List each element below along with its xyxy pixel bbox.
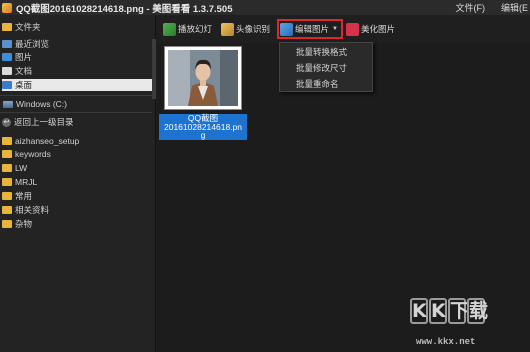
beautify-label: 美化图片 [361, 24, 396, 34]
drive-selector[interactable]: Windows (C:) [0, 97, 152, 111]
divider [0, 112, 152, 113]
sidebar-item-desktop[interactable]: 桌面 [2, 79, 152, 91]
sidebar-item-recent[interactable]: 最近浏览 [2, 38, 49, 50]
watermark-logo: K K 下 载 [410, 298, 489, 324]
menu-file[interactable]: 文件(F) [455, 1, 485, 14]
caption-line: g [200, 130, 206, 141]
window-title: QQ截图20161028214618.png - 美图看看 1.3.7.505 [16, 3, 233, 15]
folder-icon [2, 164, 12, 172]
folder-item[interactable]: 常用 [2, 190, 32, 202]
watermark: K K 下 载 www.kkx.net [410, 298, 525, 348]
folder-item[interactable]: LW [2, 162, 27, 174]
folder-label: LW [15, 163, 28, 173]
picture-icon [2, 53, 12, 61]
watermark-char: K [410, 298, 428, 324]
folder-item[interactable]: 相关资料 [2, 204, 49, 216]
drive-label: Windows (C:) [16, 99, 68, 109]
beautify-icon [346, 22, 359, 36]
watermark-char: 载 [467, 298, 489, 324]
folder-item[interactable]: aizhanseo_setup [2, 135, 79, 147]
menu-item-batch-convert[interactable]: 批量转换格式 [296, 46, 347, 58]
face-recognition-button[interactable]: 头像识别 [221, 21, 270, 37]
watermark-char: K [429, 298, 447, 324]
folder-icon [2, 23, 12, 31]
menu-item-batch-resize[interactable]: 批量修改尺寸 [296, 62, 347, 74]
folder-icon [2, 220, 12, 228]
watermark-char: 下 [448, 298, 470, 324]
menu-bar: 文件(F) 编辑(E [455, 0, 528, 15]
sidebar-item-label: 文件夹 [15, 22, 41, 32]
folder-icon [2, 178, 12, 186]
sidebar-item-label: 桌面 [15, 80, 33, 90]
toolbar: 播放幻灯 头像识别 编辑图片 ▼ 美化图片 [157, 15, 530, 43]
back-arrow-icon: ↩ [2, 117, 11, 127]
sidebar-item-documents[interactable]: 文档 [2, 65, 32, 77]
back-to-parent-button[interactable]: ↩ 返回上一级目录 [2, 116, 152, 128]
drive-icon [3, 100, 13, 108]
sidebar-item-label: 最近浏览 [15, 39, 50, 49]
folder-label: MRJL [15, 177, 38, 187]
folder-icon [2, 150, 12, 158]
folder-label: aizhanseo_setup [15, 136, 80, 146]
divider [0, 95, 152, 96]
sidebar: 文件夹 最近浏览 图片 文档 桌面 Windows (C:) ↩ 返回上一级目录… [0, 15, 156, 352]
slideshow-button[interactable]: 播放幻灯 [163, 21, 212, 37]
face-icon [221, 22, 234, 36]
folder-label: keywords [15, 149, 51, 159]
thumbnail-caption[interactable]: QQ截图 20161028214618.pn g [159, 114, 247, 140]
app-logo-icon [2, 2, 12, 13]
back-label: 返回上一级目录 [14, 117, 74, 127]
watermark-url: www.kkx.net [416, 337, 476, 347]
folder-icon [2, 192, 12, 200]
image-thumbnail[interactable] [164, 46, 242, 110]
slideshow-label: 播放幻灯 [178, 24, 213, 34]
recent-icon [2, 40, 12, 48]
sidebar-item-label: 文档 [15, 66, 33, 76]
edit-picture-dropdown: 批量转换格式 批量修改尺寸 批量重命名 [279, 42, 373, 92]
sidebar-item-pictures[interactable]: 图片 [2, 51, 32, 63]
face-recognition-label: 头像识别 [236, 24, 271, 34]
folder-item[interactable]: keywords [2, 148, 51, 160]
sidebar-scrollbar[interactable] [152, 39, 156, 99]
chevron-down-icon: ▼ [332, 26, 338, 32]
edit-icon [280, 22, 293, 36]
folder-label: 杂物 [15, 219, 33, 229]
folder-label: 常用 [15, 191, 33, 201]
folder-icon [2, 137, 12, 145]
desktop-icon [2, 81, 12, 89]
document-icon [2, 67, 12, 75]
sidebar-item-folders[interactable]: 文件夹 [2, 21, 41, 33]
slideshow-icon [163, 22, 176, 36]
thumbnail-photo [168, 50, 238, 106]
edit-picture-button[interactable]: 编辑图片 ▼ [277, 19, 343, 39]
sidebar-item-label: 图片 [15, 52, 33, 62]
menu-item-batch-rename[interactable]: 批量重命名 [296, 78, 339, 90]
title-bar: QQ截图20161028214618.png - 美图看看 1.3.7.505 … [0, 0, 530, 15]
folder-label: 相关资料 [15, 205, 50, 215]
folder-item[interactable]: 杂物 [2, 218, 32, 230]
beautify-button[interactable]: 美化图片 [346, 21, 395, 37]
folder-icon [2, 206, 12, 214]
menu-edit[interactable]: 编辑(E [501, 1, 528, 14]
edit-picture-label: 编辑图片 [295, 24, 330, 34]
folder-item[interactable]: MRJL [2, 176, 37, 188]
